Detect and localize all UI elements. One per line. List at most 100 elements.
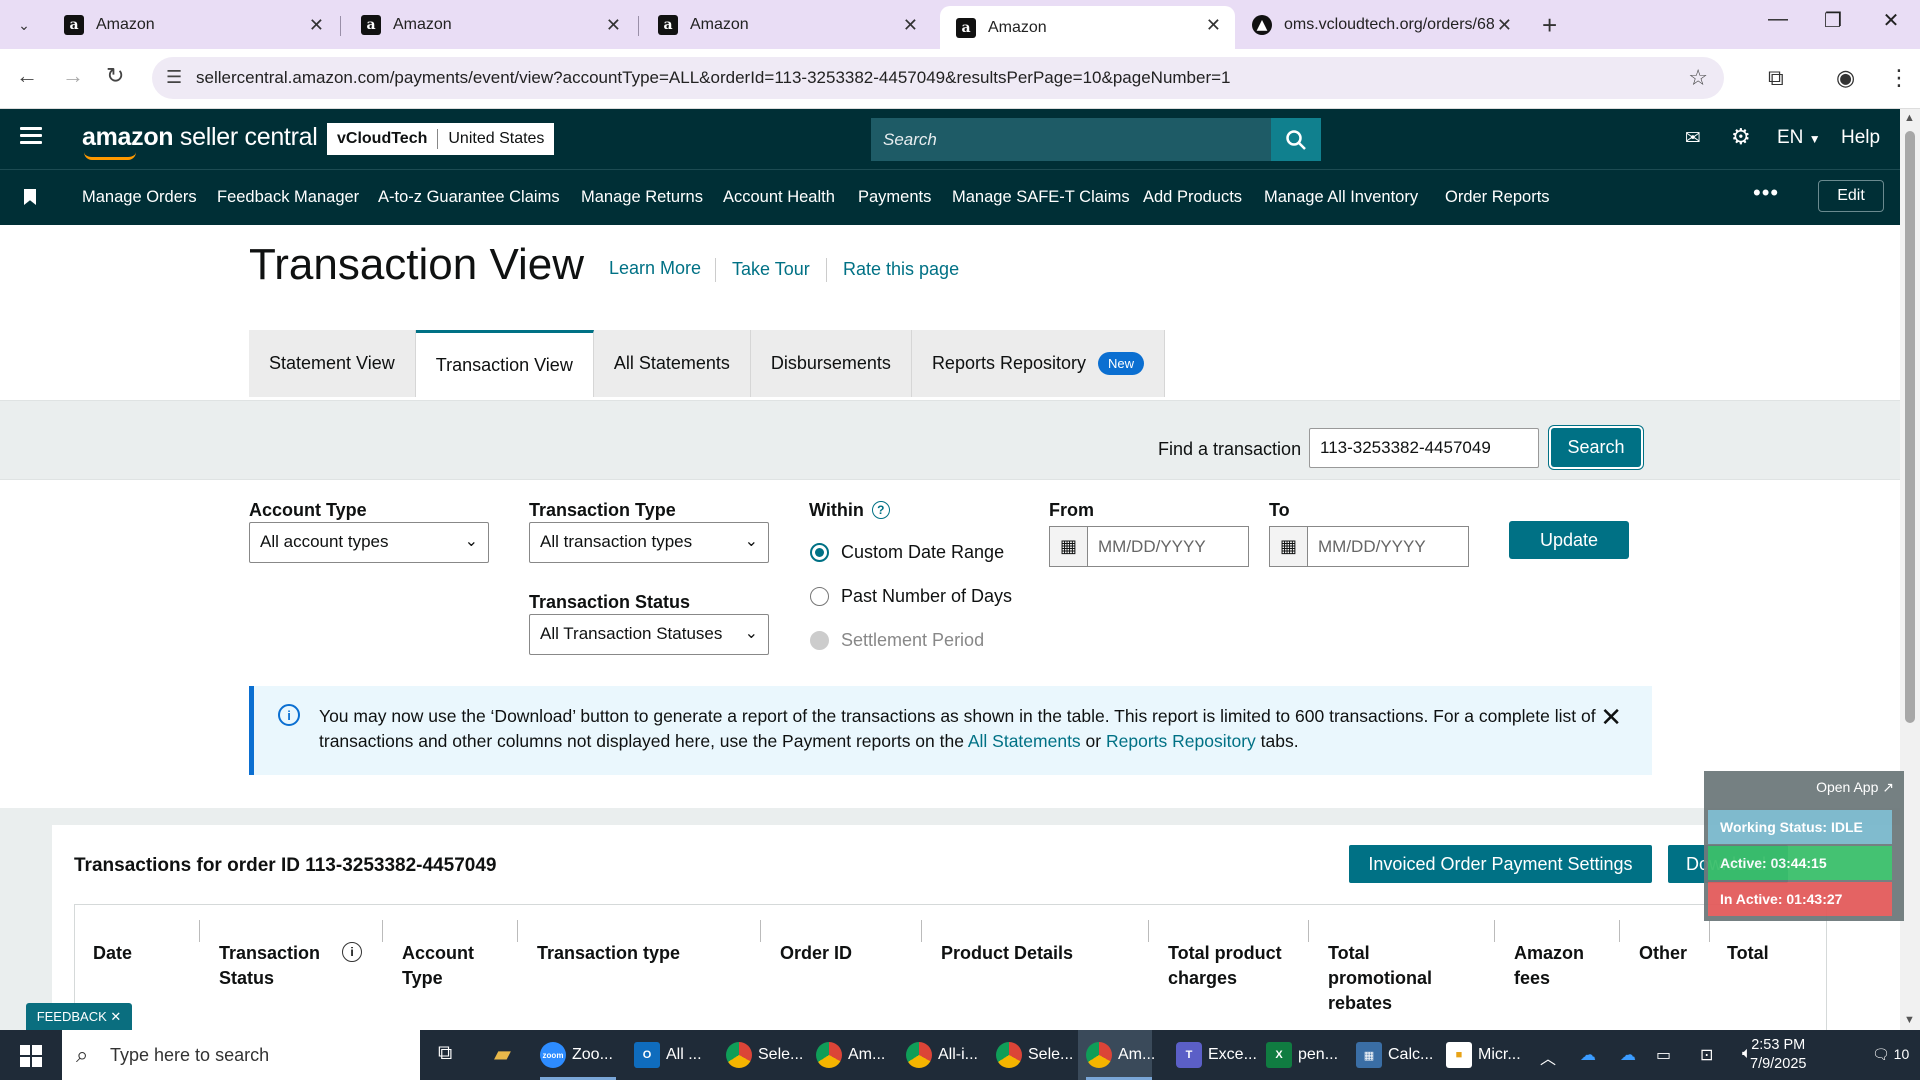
- forward-arrow-icon[interactable]: →: [62, 63, 84, 89]
- tab-transaction-view[interactable]: Transaction View: [415, 330, 594, 397]
- rate-page-link[interactable]: Rate this page: [843, 259, 959, 280]
- scroll-down-arrow-icon[interactable]: ▼: [1904, 1014, 1915, 1026]
- taskbar-app-microsoft-store[interactable]: ■ Micr...: [1446, 1040, 1521, 1070]
- calendar-icon[interactable]: ▦: [1270, 527, 1308, 566]
- nav-order-reports[interactable]: Order Reports: [1445, 188, 1550, 207]
- column-header-order-id[interactable]: Order ID: [780, 941, 852, 966]
- tab-reports-repository[interactable]: Reports Repository New: [911, 330, 1166, 397]
- hamburger-menu-icon[interactable]: [20, 127, 42, 145]
- nav-manage-safe-t-claims[interactable]: Manage SAFE-T Claims: [952, 188, 1130, 207]
- close-tab-icon[interactable]: ✕: [1497, 15, 1512, 36]
- find-search-button[interactable]: Search: [1551, 428, 1641, 467]
- new-tab-button[interactable]: +: [1542, 10, 1557, 41]
- nav-a-to-z-claims[interactable]: A-to-z Guarantee Claims: [378, 188, 560, 207]
- column-header-transaction-status[interactable]: Transaction Status: [219, 941, 339, 991]
- column-header-total-product-charges[interactable]: Total product charges: [1168, 941, 1298, 991]
- close-tab-icon[interactable]: ✕: [903, 15, 918, 36]
- nav-add-products[interactable]: Add Products: [1143, 188, 1242, 207]
- taskbar-app-chrome[interactable]: Am...: [816, 1040, 885, 1070]
- feedback-button[interactable]: FEEDBACK ✕: [26, 1003, 132, 1030]
- notifications-button[interactable]: 🗨︎ 10: [1872, 1046, 1909, 1063]
- browser-tab[interactable]: ▲ oms.vcloudtech.org/orders/680 ✕: [1236, 6, 1526, 44]
- taskbar-app-teams[interactable]: T Exce...: [1176, 1040, 1257, 1070]
- nav-manage-returns[interactable]: Manage Returns: [581, 188, 703, 207]
- column-header-total-promotional-rebates[interactable]: Total promotional rebates: [1328, 941, 1448, 1016]
- close-tab-icon[interactable]: ✕: [1206, 15, 1221, 36]
- site-settings-icon[interactable]: ☰: [166, 67, 182, 88]
- column-header-product-details[interactable]: Product Details: [941, 941, 1073, 966]
- account-switcher[interactable]: vCloudTech United States: [327, 123, 555, 155]
- radio-past-number-of-days[interactable]: Past Number of Days: [810, 586, 1012, 607]
- close-tab-icon[interactable]: ✕: [309, 15, 324, 36]
- windows-start-icon[interactable]: [20, 1045, 42, 1067]
- browser-tab[interactable]: a Amazon ✕: [48, 6, 338, 44]
- reports-repository-link[interactable]: Reports Repository: [1106, 731, 1256, 751]
- learn-more-link[interactable]: Learn More: [609, 258, 701, 279]
- browser-tab-active[interactable]: a Amazon ✕: [940, 6, 1235, 49]
- edit-nav-button[interactable]: Edit: [1818, 180, 1884, 212]
- nav-manage-orders[interactable]: Manage Orders: [82, 188, 197, 207]
- taskbar-app-zoom[interactable]: zoom Zoo...: [540, 1040, 613, 1070]
- column-header-date[interactable]: Date: [93, 941, 132, 966]
- battery-icon[interactable]: ▭: [1656, 1045, 1671, 1065]
- taskbar-app-chrome[interactable]: All-i...: [906, 1040, 978, 1070]
- all-statements-link[interactable]: All Statements: [968, 731, 1081, 751]
- to-date-input[interactable]: ▦ MM/DD/YYYY: [1269, 526, 1469, 567]
- transaction-type-select[interactable]: All transaction types ⌄: [529, 522, 769, 563]
- url-text[interactable]: sellercentral.amazon.com/payments/event/…: [196, 68, 1231, 88]
- transaction-status-select[interactable]: All Transaction Statuses ⌄: [529, 614, 769, 655]
- taskbar-app-excel[interactable]: Xpen...: [1266, 1040, 1338, 1070]
- address-bar[interactable]: ☰ sellercentral.amazon.com/payments/even…: [152, 57, 1724, 99]
- file-explorer-icon[interactable]: ▰: [494, 1041, 511, 1067]
- column-header-transaction-type[interactable]: Transaction type: [537, 941, 680, 966]
- tab-search-button[interactable]: ⌄: [10, 12, 38, 38]
- taskbar-app-outlook[interactable]: O All ...: [634, 1040, 702, 1070]
- onedrive-icon[interactable]: ☁: [1620, 1045, 1636, 1065]
- help-question-icon[interactable]: ?: [871, 501, 890, 519]
- open-app-link[interactable]: Open App ↗: [1816, 779, 1894, 796]
- column-header-total[interactable]: Total: [1727, 941, 1769, 966]
- amazon-seller-central-logo[interactable]: amazon seller central: [82, 123, 318, 160]
- update-button[interactable]: Update: [1509, 521, 1629, 559]
- radio-custom-date-range[interactable]: Custom Date Range: [810, 542, 1004, 563]
- column-header-other[interactable]: Other: [1639, 941, 1687, 966]
- taskbar-search-box[interactable]: ⌕ Type here to search: [62, 1030, 420, 1080]
- task-view-icon[interactable]: ⧉: [438, 1042, 452, 1065]
- account-type-select[interactable]: All account types ⌄: [249, 522, 489, 563]
- bookmark-icon[interactable]: [24, 189, 36, 205]
- close-alert-icon[interactable]: ✕: [1600, 702, 1622, 733]
- mail-icon[interactable]: ✉: [1685, 127, 1701, 150]
- header-search-input[interactable]: Search: [871, 118, 1321, 161]
- tab-all-statements[interactable]: All Statements: [593, 330, 751, 397]
- minimize-window-icon[interactable]: —: [1753, 8, 1803, 31]
- invoiced-order-payment-settings-button[interactable]: Invoiced Order Payment Settings: [1349, 845, 1652, 883]
- calendar-icon[interactable]: ▦: [1050, 527, 1088, 566]
- browser-menu-icon[interactable]: ⋮: [1888, 65, 1910, 91]
- nav-account-health[interactable]: Account Health: [723, 188, 835, 207]
- from-date-input[interactable]: ▦ MM/DD/YYYY: [1049, 526, 1249, 567]
- taskbar-app-calculator[interactable]: ▦ Calc...: [1356, 1040, 1433, 1070]
- close-window-icon[interactable]: ✕: [1866, 8, 1916, 33]
- tab-disbursements[interactable]: Disbursements: [750, 330, 912, 397]
- scrollbar-thumb[interactable]: [1905, 131, 1915, 723]
- nav-payments[interactable]: Payments: [858, 188, 931, 207]
- close-tab-icon[interactable]: ✕: [606, 15, 621, 36]
- settings-gear-icon[interactable]: ⚙: [1731, 124, 1751, 150]
- scroll-up-arrow-icon[interactable]: ▲: [1904, 112, 1915, 124]
- find-transaction-input[interactable]: [1309, 428, 1539, 468]
- browser-tab[interactable]: a Amazon ✕: [345, 6, 635, 44]
- nav-manage-all-inventory[interactable]: Manage All Inventory: [1264, 188, 1418, 207]
- reload-icon[interactable]: ↻: [106, 63, 124, 89]
- network-icon[interactable]: ⊡: [1700, 1045, 1713, 1065]
- column-header-account-type[interactable]: Account Type: [402, 941, 502, 991]
- taskbar-app-chrome[interactable]: Sele...: [726, 1040, 803, 1070]
- tab-statement-view[interactable]: Statement View: [249, 330, 416, 397]
- taskbar-clock[interactable]: 2:53 PM 7/9/2025: [1750, 1036, 1806, 1074]
- nav-feedback-manager[interactable]: Feedback Manager: [217, 188, 359, 207]
- restore-window-icon[interactable]: ❐: [1808, 8, 1858, 33]
- info-icon[interactable]: i: [342, 942, 362, 962]
- back-arrow-icon[interactable]: ←: [16, 63, 38, 89]
- column-header-amazon-fees[interactable]: Amazon fees: [1514, 941, 1604, 991]
- language-selector[interactable]: EN ▼: [1777, 127, 1821, 149]
- bookmark-star-icon[interactable]: ☆: [1688, 65, 1708, 91]
